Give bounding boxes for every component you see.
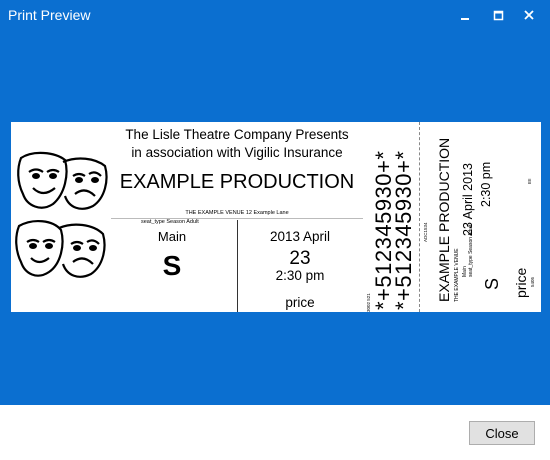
time-label: 2:30 pm: [275, 268, 325, 283]
presenter-line-2: in association with Vigilic Insurance: [131, 145, 343, 160]
section-label: Main: [157, 229, 187, 244]
stub-date: 23 April 2013: [461, 163, 475, 236]
maximize-button[interactable]: [487, 4, 509, 26]
maximize-icon: [493, 10, 504, 21]
window-title: Print Preview: [8, 7, 91, 23]
date-label: 2013 April: [269, 229, 331, 244]
theatre-masks-logo: [15, 151, 108, 278]
presenter-line-1: The Lisle Theatre Company Presents: [125, 127, 349, 142]
minimize-button[interactable]: [454, 4, 476, 26]
ticket-preview: The Lisle Theatre Company Presents in as…: [11, 122, 541, 312]
print-preview-window: Print Preview The Lisle Theatre Company …: [0, 0, 550, 405]
stub-code-bottom: 5405: [530, 276, 535, 287]
barcode-text-2: *+512345930+*: [391, 150, 416, 310]
venue-line: THE EXAMPLE VENUE 12 Example Lane: [185, 210, 289, 216]
seat-date-divider: [237, 220, 238, 312]
stub-code-mid: ADC1534: [423, 222, 428, 242]
stub-venue: THE EXAMPLE VENUE: [454, 248, 460, 302]
production-title: EXAMPLE PRODUCTION: [119, 171, 355, 193]
stub-time: 2:30 pm: [479, 161, 493, 207]
stub-production: EXAMPLE PRODUCTION: [436, 137, 452, 302]
day-label: 23: [289, 248, 311, 269]
price-label: price: [285, 295, 315, 310]
dialog-footer: [0, 405, 550, 460]
close-window-button[interactable]: [518, 4, 540, 26]
seat-label: S: [162, 250, 182, 281]
minimize-icon: [461, 18, 469, 20]
stub-seat: S: [482, 277, 502, 290]
close-icon: [524, 10, 534, 20]
seat-type-label: seat_type Season Adult: [141, 219, 199, 225]
stub-price: price: [513, 267, 529, 298]
perforation-line: [419, 122, 421, 312]
close-button[interactable]: Close: [469, 421, 535, 445]
stub-code-top: EII: [527, 178, 532, 184]
